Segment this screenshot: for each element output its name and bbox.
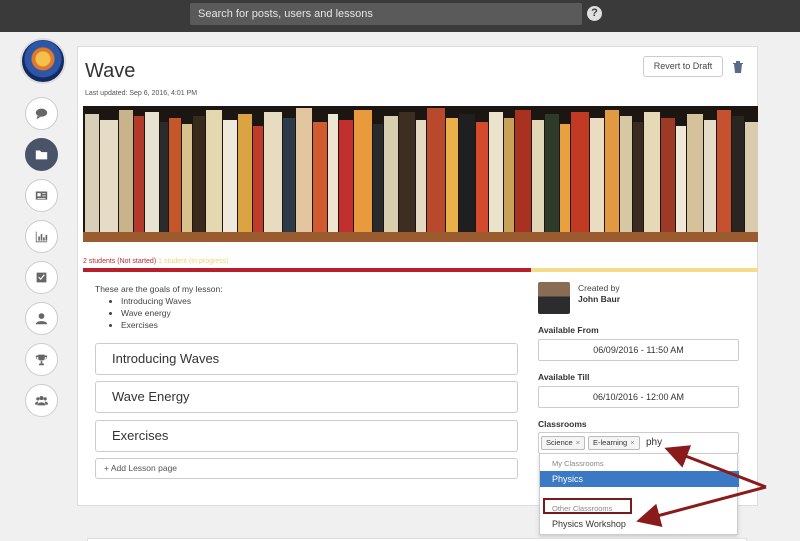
progress-not-started-bar xyxy=(83,268,531,272)
author-name[interactable]: John Baur xyxy=(578,294,620,304)
folder-icon[interactable] xyxy=(25,138,58,171)
lesson-banner-image xyxy=(83,106,758,242)
in-progress-label[interactable]: 1 student (In progress) xyxy=(158,258,228,265)
bookshelf-illustration xyxy=(83,106,758,242)
add-lesson-page-button[interactable]: + Add Lesson page xyxy=(95,458,518,479)
newspaper-icon[interactable] xyxy=(25,179,58,212)
help-icon[interactable]: ? xyxy=(587,6,602,21)
progress-labels: 2 students (Not started) 1 student (In p… xyxy=(83,258,229,265)
available-from-label: Available From xyxy=(538,325,599,335)
lesson-section-wave-energy[interactable]: Wave Energy xyxy=(95,381,518,413)
user-icon[interactable] xyxy=(25,302,58,335)
author-avatar xyxy=(538,282,570,314)
revert-to-draft-button[interactable]: Revert to Draft xyxy=(643,56,723,77)
lesson-section-introducing-waves[interactable]: Introducing Waves xyxy=(95,343,518,375)
trophy-icon[interactable] xyxy=(25,343,58,376)
not-started-label[interactable]: 2 students (Not started) xyxy=(83,258,156,265)
remove-tag-icon[interactable]: × xyxy=(576,438,580,447)
comment-icon[interactable] xyxy=(25,97,58,130)
trash-icon[interactable] xyxy=(733,60,743,73)
profile-avatar[interactable] xyxy=(20,38,66,84)
goal-item: Introducing Waves xyxy=(121,295,223,307)
page-title: Wave xyxy=(85,60,136,82)
checkbox-icon[interactable] xyxy=(25,261,58,294)
other-classrooms-header: Other Classrooms xyxy=(552,504,613,513)
available-from-input[interactable]: 06/09/2016 - 11:50 AM xyxy=(538,339,739,361)
goal-item: Wave energy xyxy=(121,307,223,319)
progress-in-progress-bar xyxy=(531,268,758,272)
available-till-label: Available Till xyxy=(538,372,590,382)
lesson-section-exercises[interactable]: Exercises xyxy=(95,420,518,452)
dropdown-option-physics-workshop[interactable]: Physics Workshop xyxy=(552,519,626,529)
group-icon[interactable] xyxy=(25,384,58,417)
classroom-dropdown: My Classrooms Physics Other Classrooms P… xyxy=(539,453,739,535)
top-bar: Search for posts, users and lessons ? xyxy=(0,0,800,32)
classroom-tag-label: E-learning xyxy=(593,438,628,447)
my-classrooms-header: My Classrooms xyxy=(552,459,604,468)
dropdown-option-physics[interactable]: Physics xyxy=(540,471,739,487)
last-updated: Last updated: Sep 6, 2016, 4:01 PM xyxy=(85,90,198,97)
goals-intro: These are the goals of my lesson: xyxy=(95,284,223,294)
classroom-tag[interactable]: Science × xyxy=(541,436,586,450)
chart-icon[interactable] xyxy=(25,220,58,253)
classrooms-label: Classrooms xyxy=(538,419,587,429)
lesson-goals: These are the goals of my lesson: Introd… xyxy=(95,283,223,331)
available-till-input[interactable]: 06/10/2016 - 12:00 AM xyxy=(538,386,739,408)
goal-item: Exercises xyxy=(121,319,223,331)
classroom-tag-label: Science xyxy=(546,438,573,447)
created-by-label: Created by xyxy=(578,283,620,293)
classroom-search-text[interactable]: phy xyxy=(646,435,662,451)
classrooms-input[interactable]: Science × E-learning × phy xyxy=(538,432,739,454)
classroom-tag[interactable]: E-learning × xyxy=(588,436,640,450)
search-input[interactable]: Search for posts, users and lessons xyxy=(190,3,582,25)
remove-tag-icon[interactable]: × xyxy=(630,438,634,447)
